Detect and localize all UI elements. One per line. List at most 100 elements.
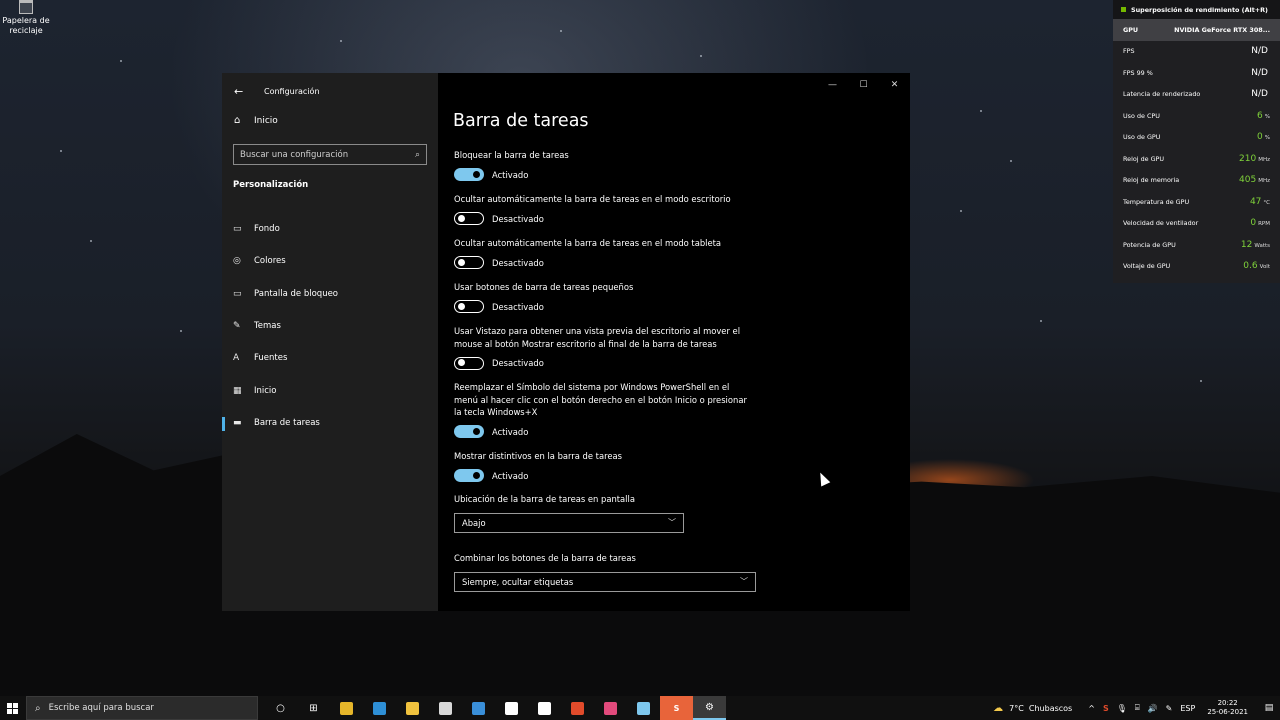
sidebar-item-home[interactable]: ⌂ Inicio (234, 115, 278, 126)
metric-unit: RPM (1258, 221, 1270, 228)
weather-cloud-icon: ☁ (993, 702, 1004, 714)
start-icon: ▦ (233, 385, 242, 396)
settings-content: — ☐ ✕ Barra de tareas Bloquear la barra … (438, 73, 910, 611)
taskbar-app-office[interactable] (561, 696, 594, 720)
recycle-bin-shortcut[interactable]: Papelera de reciclaje (2, 0, 50, 36)
sidebar-item-fondo[interactable]: ▭ Fondo (222, 213, 438, 245)
chevron-up-icon[interactable]: ^ (1088, 704, 1095, 713)
back-arrow-icon[interactable]: ← (234, 85, 254, 98)
metric-value: N/D (1251, 67, 1268, 78)
taskbar-app-store[interactable] (429, 696, 462, 720)
metric-label: Temperatura de GPU (1123, 197, 1190, 206)
taskbar-app-s-app[interactable]: S (660, 696, 693, 720)
taskbar-app-file-explorer[interactable] (396, 696, 429, 720)
sidebar-item-temas[interactable]: ✎ Temas (222, 310, 438, 342)
metric-label: Uso de GPU (1123, 133, 1161, 142)
system-tray: ☁ 7°C Chubascos ^ S 🎙 ⌸ 🔊 ✎ ESP 20:22 25… (993, 696, 1280, 720)
overlay-metric-row: Reloj de memoria 405 MHz (1113, 170, 1280, 192)
taskbar-app-media[interactable] (594, 696, 627, 720)
taskbar-icon: ▬ (233, 417, 242, 428)
metric-label: Potencia de GPU (1123, 240, 1176, 249)
setting-label: Mostrar distintivos en la barra de tarea… (454, 451, 622, 461)
toggle-state: Activado (492, 426, 529, 437)
taskbar-app-xbox[interactable] (528, 696, 561, 720)
sidebar-item-pantalla-de-bloqueo[interactable]: ▭ Pantalla de bloqueo (222, 278, 438, 310)
lock-taskbar-toggle[interactable] (454, 168, 484, 181)
setting-autohide-desktop: Ocultar automáticamente la barra de tare… (454, 193, 774, 226)
close-button[interactable]: ✕ (879, 73, 910, 97)
metric-value: N/D (1251, 46, 1268, 57)
metric-value: 0.6 (1243, 261, 1258, 272)
taskbar-location-select[interactable]: Abajo ﹀ (454, 512, 684, 533)
search-placeholder: Buscar una configuración (240, 149, 349, 160)
autohide-desktop-toggle[interactable] (454, 212, 484, 225)
powershell-toggle[interactable] (454, 425, 484, 438)
overlay-gpu-row: GPU NVIDIA GeForce RTX 308... (1113, 19, 1280, 41)
office-icon (571, 701, 584, 715)
metric-value: 0 (1257, 132, 1263, 143)
clock[interactable]: 20:22 25-06-2021 (1207, 699, 1248, 717)
xbox-icon (538, 701, 551, 715)
sidebar-nav: ▭ Fondo ◎ Colores ▭ Pantalla de bloqueo … (222, 213, 438, 439)
taskbar-app-settings[interactable]: ⚙ (693, 696, 726, 720)
setting-label: Bloquear la barra de tareas (454, 150, 569, 160)
toggle-state: Desactivado (492, 257, 544, 268)
taskbar-app-edge[interactable] (363, 696, 396, 720)
pen-icon[interactable]: ✎ (1166, 704, 1173, 713)
overlay-metric-row: Temperatura de GPU 47 °C (1113, 191, 1280, 213)
chevron-down-icon: ﹀ (668, 518, 676, 527)
autohide-tablet-toggle[interactable] (454, 256, 484, 269)
overlay-metric-row: FPS 99 % N/D (1113, 62, 1280, 84)
sidebar-item-label: Fondo (254, 224, 280, 235)
taskbar-app-widgets[interactable]: ⊞ (297, 696, 330, 720)
file-explorer-icon (406, 701, 419, 715)
weather-widget[interactable]: ☁ 7°C Chubascos (993, 703, 1072, 714)
taskbar-app-editor[interactable] (495, 696, 528, 720)
setting-label: Usar Vistazo para obtener una vista prev… (454, 326, 741, 349)
setting-small-buttons: Usar botones de barra de tareas pequeños… (454, 281, 754, 314)
language-indicator[interactable]: ESP (1180, 704, 1195, 713)
toggle-state: Desactivado (492, 358, 544, 368)
s-tray-icon[interactable]: S (1103, 704, 1109, 713)
small-buttons-toggle[interactable] (454, 300, 484, 313)
overlay-title: Superposición de rendimiento (Alt+R) (1113, 0, 1280, 19)
setting-powershell: Reemplazar el Símbolo del sistema por Wi… (454, 381, 754, 439)
metric-unit: MHz (1258, 178, 1270, 185)
peek-toggle[interactable] (454, 356, 484, 370)
sidebar-item-barra-de-tareas[interactable]: ▬ Barra de tareas (222, 407, 438, 439)
badges-toggle[interactable] (454, 469, 484, 482)
sidebar-item-fuentes[interactable]: A Fuentes (222, 342, 438, 374)
sidebar-item-inicio[interactable]: ▦ Inicio (222, 374, 438, 406)
select-value: Abajo (462, 517, 486, 528)
widgets-icon: ⊞ (309, 702, 318, 714)
clock-time: 20:22 (1217, 699, 1238, 707)
taskbar-app-mail[interactable] (462, 696, 495, 720)
volume-icon[interactable]: 🔊 (1148, 704, 1158, 713)
chevron-down-icon: ﹀ (740, 577, 748, 586)
maximize-button[interactable]: ☐ (848, 73, 879, 97)
sidebar-item-label: Temas (254, 321, 281, 332)
overlay-metric-row: Voltaje de GPU 0.6 Volt (1113, 256, 1280, 278)
windows-logo-icon (6, 702, 18, 714)
setting-autohide-tablet: Ocultar automáticamente la barra de tare… (454, 237, 774, 270)
minimize-button[interactable]: — (817, 73, 848, 97)
sidebar-item-colores[interactable]: ◎ Colores (222, 245, 438, 277)
sidebar-home-label: Inicio (254, 115, 278, 126)
network-icon[interactable]: ⌸ (1135, 703, 1140, 713)
taskbar-app-chrome[interactable] (330, 696, 363, 720)
task-view-icon: ○ (276, 702, 285, 714)
combine-buttons-select[interactable]: Siempre, ocultar etiquetas ﹀ (454, 571, 756, 592)
store-icon (439, 701, 452, 715)
setting-combine: Combinar los botones de la barra de tare… (454, 552, 756, 592)
taskbar-app-task-view[interactable]: ○ (264, 696, 297, 720)
metric-label: Reloj de memoria (1123, 176, 1180, 185)
microphone-icon[interactable]: 🎙 (1117, 704, 1127, 713)
themes-icon: ✎ (233, 321, 241, 332)
start-button[interactable] (0, 696, 24, 720)
taskbar-search-input[interactable]: ⌕ Escribe aquí para buscar (26, 696, 258, 720)
chrome-icon (340, 701, 353, 715)
taskbar-app-notepad[interactable] (627, 696, 660, 720)
settings-search-input[interactable]: Buscar una configuración ⌕ (233, 144, 427, 165)
setting-label: Ocultar automáticamente la barra de tare… (454, 238, 722, 248)
notification-icon[interactable]: ▤ (1258, 703, 1280, 713)
